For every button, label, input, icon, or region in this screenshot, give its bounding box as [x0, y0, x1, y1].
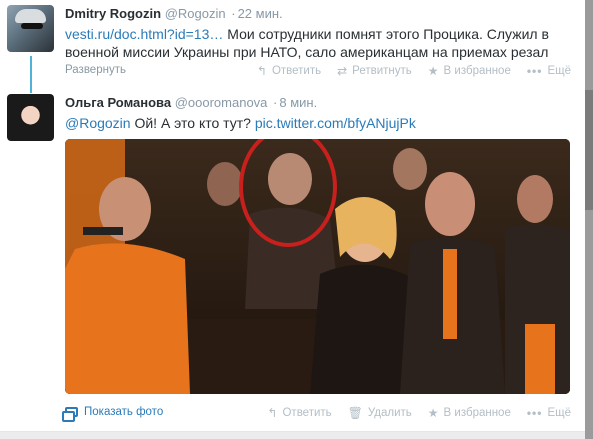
timestamp[interactable]: · 22 мин. [229, 6, 282, 21]
more-dots-icon: ••• [526, 64, 543, 78]
tweet-link[interactable]: vesti.ru/doc.html?id=13… [65, 26, 223, 42]
username[interactable]: @Rogozin [165, 6, 226, 21]
tweet-romanova[interactable]: Ольга Романова @oooromanova · 8 мин. @Rog… [0, 88, 585, 431]
next-tweet-edge [0, 431, 585, 439]
more-button[interactable]: ••• Ещё [527, 406, 571, 420]
avatar-romanova[interactable] [7, 94, 54, 141]
delete-button[interactable]: 🗑 Удалить [348, 406, 412, 420]
retweet-button[interactable]: ⇄ Ретвитнуть [337, 64, 412, 78]
tweet-actions: ↰ Ответить ⇄ Ретвитнуть ★ В избранное ••… [257, 64, 571, 78]
fullname[interactable]: Ольга Романова [65, 95, 171, 110]
favorite-button[interactable]: ★ В избранное [428, 406, 511, 420]
more-button[interactable]: ••• Ещё [527, 64, 571, 78]
avatar-rogozin[interactable] [7, 5, 54, 52]
username[interactable]: @oooromanova [175, 95, 268, 110]
tweet-rogozin[interactable]: Dmitry Rogozin @Rogozin · 22 мин. vesti.r… [0, 0, 585, 93]
fullname[interactable]: Dmitry Rogozin [65, 6, 161, 21]
tweet-header: Ольга Романова @oooromanova · 8 мин. [65, 95, 571, 111]
tweet-photo[interactable] [65, 139, 570, 394]
reply-icon: ↰ [267, 406, 278, 420]
tweet-text: @Rogozin Ой! А это кто тут? pic.twitter.… [65, 115, 416, 131]
mention-link[interactable]: @Rogozin [65, 115, 131, 131]
show-photo-link[interactable]: Показать фото [62, 406, 163, 422]
tweet-actions: ↰ Ответить 🗑 Удалить ★ В избранное ••• Е… [267, 406, 571, 420]
timestamp[interactable]: · 8 мин. [271, 95, 317, 110]
favorite-button[interactable]: ★ В избранное [428, 64, 511, 78]
more-dots-icon: ••• [526, 406, 543, 420]
tweet-header: Dmitry Rogozin @Rogozin · 22 мин. [65, 6, 571, 22]
pic-link[interactable]: pic.twitter.com/bfyANjujPk [255, 115, 416, 131]
expand-link[interactable]: Развернуть [65, 64, 126, 76]
reply-icon: ↰ [256, 64, 267, 78]
photo-icon [62, 407, 78, 422]
crowd-photo-image [65, 139, 570, 394]
adjacent-page-edge [585, 0, 593, 439]
tweet-text: vesti.ru/doc.html?id=13… Мои сотрудники … [65, 26, 549, 60]
reply-button[interactable]: ↰ Ответить [267, 406, 331, 420]
favorite-star-icon: ★ [427, 406, 439, 420]
retweet-icon: ⇄ [337, 64, 348, 78]
favorite-star-icon: ★ [427, 64, 439, 78]
delete-trash-icon: 🗑 [347, 406, 363, 420]
reply-button[interactable]: ↰ Ответить [257, 64, 321, 78]
